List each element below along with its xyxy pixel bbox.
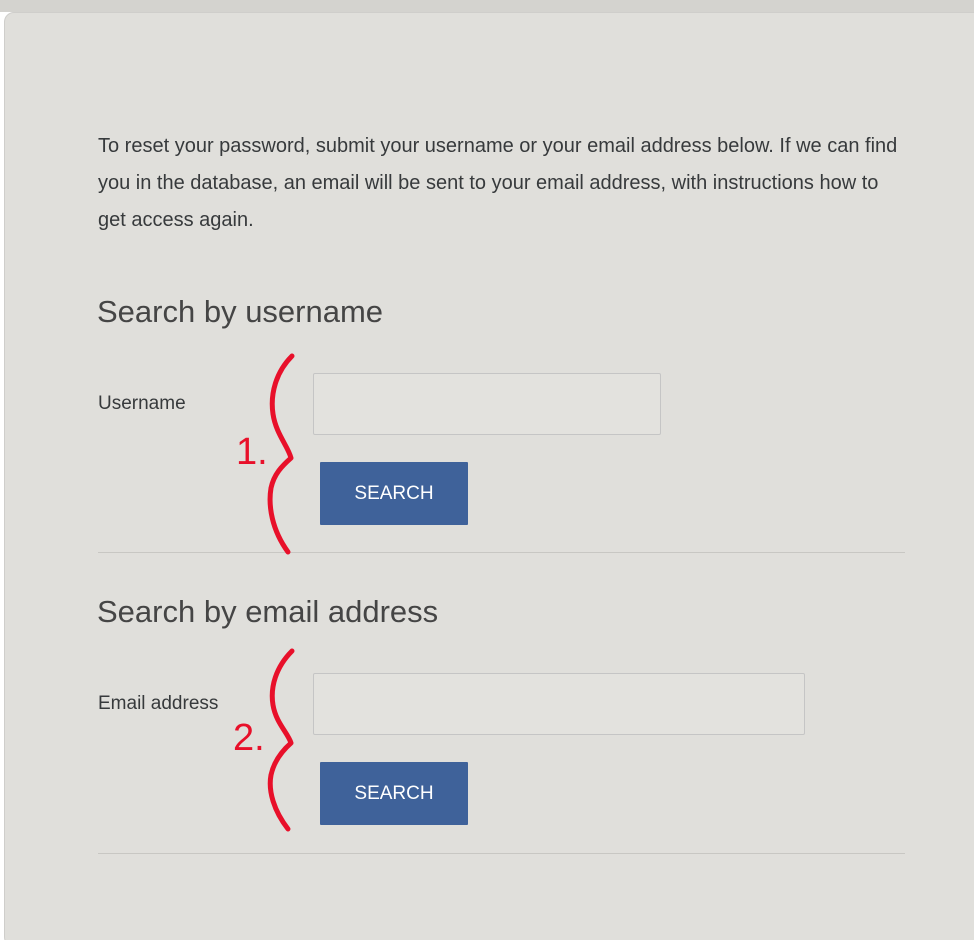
annotation-number-2: 2.: [233, 717, 265, 759]
intro-text: To reset your password, submit your user…: [98, 135, 898, 231]
search-username-button[interactable]: SEARCH: [320, 462, 468, 525]
annotation-number-1: 1.: [236, 431, 268, 473]
username-section-heading: Search by username: [97, 294, 384, 329]
screen: To reset your password, submit your user…: [0, 0, 974, 940]
email-label: Email address: [98, 693, 219, 714]
search-email-button[interactable]: SEARCH: [320, 762, 468, 825]
email-section-divider: [98, 853, 905, 854]
email-section-heading: Search by email address: [97, 594, 439, 629]
top-strip: [0, 0, 974, 12]
email-input[interactable]: [313, 673, 805, 735]
username-section-divider: [98, 552, 905, 553]
username-input[interactable]: [313, 373, 661, 435]
username-label: Username: [98, 393, 186, 414]
